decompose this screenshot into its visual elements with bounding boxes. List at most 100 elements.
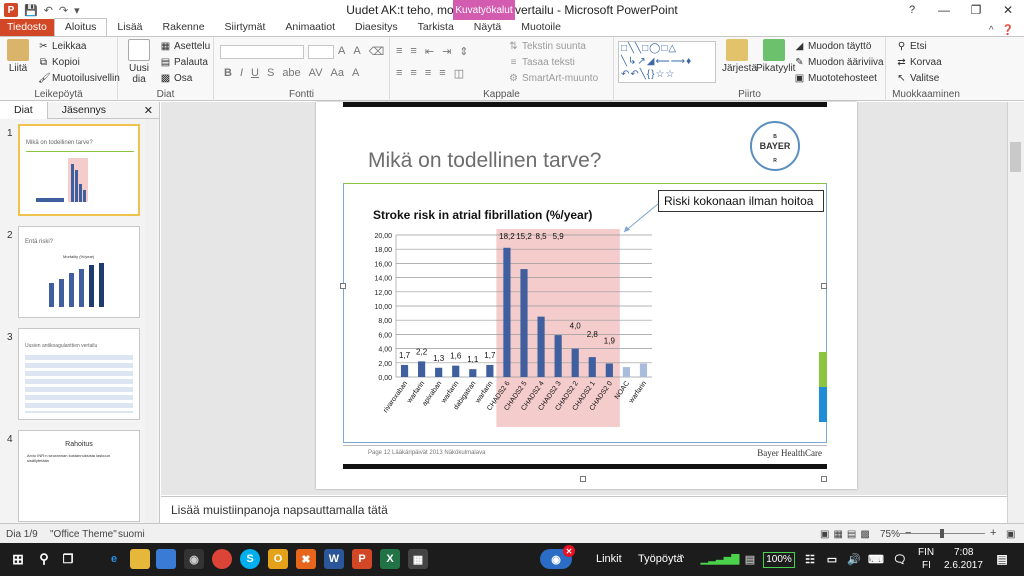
notes-pane[interactable]: Lisää muistiinpanoja napsauttamalla tätä xyxy=(161,496,1007,523)
slide-thumbnail-1[interactable]: Mikä on todellinen tarve? xyxy=(18,124,140,216)
grow-font-icon[interactable]: A xyxy=(338,45,345,58)
tab-file[interactable]: Tiedosto xyxy=(0,19,54,36)
save-icon[interactable]: 💾 xyxy=(24,4,38,17)
replace-button[interactable]: ⇄ Korvaa xyxy=(896,57,941,68)
columns-icon[interactable]: ◫ xyxy=(454,67,464,80)
slides-pane-scrollbar[interactable] xyxy=(145,119,157,523)
section-button[interactable]: ▩ Osa xyxy=(160,73,193,84)
tray-expand-icon[interactable]: ^ xyxy=(680,553,684,563)
close-pane-icon[interactable]: ✕ xyxy=(144,104,153,117)
tab-slides[interactable]: Diat xyxy=(0,101,48,119)
powerpoint-taskbar-icon[interactable]: P xyxy=(352,549,372,569)
resize-handle[interactable] xyxy=(340,283,346,289)
font-color-button[interactable]: A xyxy=(352,67,359,79)
resize-handle[interactable] xyxy=(821,476,827,482)
font-size-combo[interactable] xyxy=(308,45,334,59)
shape-outline-button[interactable]: ✎ Muodon ääriviiva xyxy=(794,57,883,68)
desktop-toolbar[interactable]: Työpöytä xyxy=(638,553,683,565)
align-left-icon[interactable]: ≡ xyxy=(396,67,402,80)
align-center-icon[interactable]: ≡ xyxy=(410,67,416,80)
minimize-ribbon-icon[interactable]: ^ xyxy=(989,25,994,36)
excel-icon[interactable]: X xyxy=(380,549,400,569)
numbering-icon[interactable]: ≡ xyxy=(410,45,416,58)
search-icon[interactable]: ⚲ xyxy=(34,549,54,569)
quick-styles-button[interactable]: Pikatyylit xyxy=(756,39,795,74)
help-icon[interactable]: ? xyxy=(896,0,928,20)
clock-date[interactable]: 2.6.2017 xyxy=(944,560,983,571)
shapes-gallery[interactable]: □╲╲□◯□△ ╲↳↗◢⟵⟶♦ ↶↶╲{}☆☆ xyxy=(618,41,716,83)
shrink-font-icon[interactable]: A xyxy=(353,45,360,58)
edge-icon[interactable]: e xyxy=(104,549,124,569)
restore-icon[interactable]: ❐ xyxy=(960,0,992,20)
clock-time[interactable]: 7:08 xyxy=(954,547,973,558)
customize-qat-icon[interactable]: ▾ xyxy=(74,4,80,17)
layout-button[interactable]: ▦ Asettelu xyxy=(160,41,210,52)
language-indicator[interactable]: suomi xyxy=(118,529,145,540)
slide-thumbnail-3[interactable]: Uusien antikoagulanttien vertailu xyxy=(18,328,140,420)
redo-icon[interactable]: ↷ xyxy=(59,4,68,17)
text-direction-button[interactable]: ⇅ Tekstin suunta xyxy=(508,41,586,52)
line-spacing-icon[interactable]: ⇕ xyxy=(459,45,468,58)
chat-icon[interactable]: 🗨 xyxy=(890,549,910,569)
change-case-button[interactable]: Aa xyxy=(331,67,344,79)
view-buttons[interactable]: ▣▦▤▩ xyxy=(820,529,874,540)
undo-icon[interactable]: ↶ xyxy=(44,4,53,17)
battery-indicator[interactable]: 100% xyxy=(763,552,795,568)
chrome-icon[interactable] xyxy=(212,549,232,569)
copy-button[interactable]: ⧉ Kopioi xyxy=(38,57,80,68)
tab-review[interactable]: Tarkista xyxy=(408,19,464,36)
network-icon[interactable]: ▤ xyxy=(740,549,760,569)
zoom-level[interactable]: 75% xyxy=(880,529,900,540)
slide-title[interactable]: Mikä on todellinen tarve? xyxy=(368,149,601,173)
app-icon[interactable]: ◉ xyxy=(184,549,204,569)
cut-button[interactable]: ✂ Leikkaa xyxy=(38,41,86,52)
windows-start-icon[interactable]: ⊞ xyxy=(8,549,28,569)
input-language-sub[interactable]: FI xyxy=(922,560,931,571)
theme-name[interactable]: "Office Theme" xyxy=(50,529,117,540)
bold-button[interactable]: B xyxy=(224,67,232,79)
help-ribbon-icon[interactable]: ❓ xyxy=(1002,25,1014,36)
strikethrough-button[interactable]: S xyxy=(267,67,274,79)
links-toolbar[interactable]: Linkit xyxy=(596,553,622,565)
tab-design[interactable]: Rakenne xyxy=(153,19,215,36)
font-name-combo[interactable] xyxy=(220,45,304,59)
calculator-icon[interactable]: ▦ xyxy=(408,549,428,569)
arrange-button[interactable]: Järjestä xyxy=(722,39,757,74)
keyboard-icon[interactable]: ⌨ xyxy=(866,549,886,569)
skype-icon[interactable]: S xyxy=(240,549,260,569)
paste-button[interactable]: Liitä xyxy=(3,39,33,74)
tab-slideshow[interactable]: Diaesitys xyxy=(345,19,408,36)
tab-outline[interactable]: Jäsennys xyxy=(48,102,120,119)
wifi-icon[interactable]: ☷ xyxy=(800,549,820,569)
slide-thumbnail-4[interactable]: Rahoitus Arvio INR:n seurannan kustannuk… xyxy=(18,430,140,522)
align-text-button[interactable]: ≡ Tasaa teksti xyxy=(508,57,575,68)
spacing-button[interactable]: AV xyxy=(309,67,323,79)
notes-placeholder[interactable]: Lisää muistiinpanoja napsauttamalla tätä xyxy=(171,503,388,517)
tools-icon[interactable]: ✖ xyxy=(296,549,316,569)
outlook-icon[interactable]: O xyxy=(268,549,288,569)
align-right-icon[interactable]: ≡ xyxy=(425,67,431,80)
shape-fill-button[interactable]: ◢ Muodon täyttö xyxy=(794,41,872,52)
zoom-in-icon[interactable]: + xyxy=(990,527,996,539)
word-icon[interactable]: W xyxy=(324,549,344,569)
tab-home[interactable]: Aloitus xyxy=(53,18,108,36)
input-language[interactable]: FIN xyxy=(918,547,934,558)
zoom-slider-thumb[interactable] xyxy=(940,529,944,538)
resize-handle[interactable] xyxy=(821,283,827,289)
tab-insert[interactable]: Lisää xyxy=(107,19,152,36)
callout-box[interactable]: Riski kokonaan ilman hoitoa xyxy=(658,190,824,212)
tab-view[interactable]: Näytä xyxy=(464,19,511,36)
decrease-indent-icon[interactable]: ⇤ xyxy=(425,45,434,58)
fit-slide-icon[interactable]: ▣ xyxy=(1006,529,1015,540)
store-icon[interactable] xyxy=(156,549,176,569)
task-view-icon[interactable]: ❐ xyxy=(58,549,78,569)
volume-icon[interactable]: 🔊 xyxy=(844,549,864,569)
file-explorer-icon[interactable] xyxy=(130,549,150,569)
new-slide-button[interactable]: Uusi dia xyxy=(124,39,154,85)
underline-button[interactable]: U xyxy=(251,67,259,79)
slide-scrollbar[interactable] xyxy=(1007,102,1024,523)
powerpoint-logo-icon[interactable]: P xyxy=(4,3,18,17)
shape-effects-button[interactable]: ▣ Muototehosteet xyxy=(794,73,877,84)
reset-button[interactable]: ▤ Palauta xyxy=(160,57,208,68)
signal-icon[interactable]: ▁▂▃▅▇ xyxy=(700,549,740,569)
